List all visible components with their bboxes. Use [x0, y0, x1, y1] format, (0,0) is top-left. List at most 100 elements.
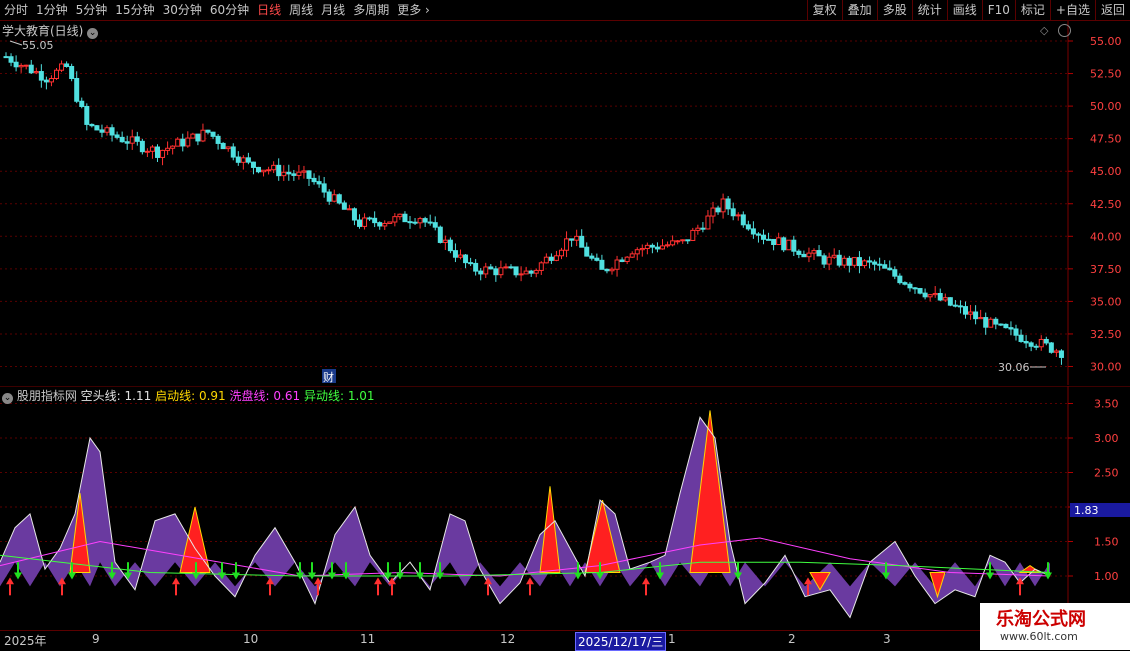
- tab-period[interactable]: 15分钟: [111, 0, 158, 20]
- candle-body: [872, 261, 878, 265]
- candle-body: [856, 257, 862, 267]
- candle-body: [922, 292, 928, 298]
- candle-body: [776, 237, 782, 245]
- candle-body: [94, 125, 100, 131]
- candle-body: [38, 71, 44, 81]
- period-tabs: 分时 1分钟 5分钟 15分钟 30分钟 60分钟 日线 周线 月线 多周期 更…: [0, 0, 434, 20]
- tool-button[interactable]: 叠加: [841, 0, 877, 20]
- stock-title: 学大教育(日线): [2, 24, 84, 38]
- candlestick-chart[interactable]: 55.00 52.50 50.00 47.50 45.00 42.50 40.00 37.50…: [0, 21, 1130, 385]
- candle-body: [942, 297, 948, 301]
- candle-body: [276, 164, 282, 177]
- tab-period[interactable]: 60分钟: [206, 0, 253, 20]
- candle-body: [316, 181, 322, 185]
- date-label: 1: [668, 632, 676, 646]
- tab-period[interactable]: 周线: [285, 0, 317, 20]
- candle-body: [180, 138, 186, 147]
- more-label: 更多: [397, 3, 422, 17]
- indicator-chart[interactable]: 3.503.002.502.001.501.00 1.83: [0, 386, 1130, 630]
- candle-body: [897, 275, 903, 284]
- candle-body: [331, 194, 337, 202]
- candle-body: [346, 208, 352, 211]
- candle-body: [932, 293, 938, 296]
- tool-button[interactable]: 统计: [911, 0, 947, 20]
- settings-circle-icon[interactable]: [1058, 24, 1071, 37]
- candle-body: [89, 123, 95, 127]
- candle-body: [735, 214, 741, 217]
- candle-body: [564, 238, 570, 251]
- dropdown-icon[interactable]: ⌄: [87, 28, 99, 39]
- gear-icon[interactable]: ⌄: [2, 393, 13, 404]
- tab-period[interactable]: 5分钟: [72, 0, 112, 20]
- candle-body: [104, 127, 110, 133]
- indicator-name: 股朋指标网: [16, 389, 77, 403]
- candle-body: [528, 270, 534, 274]
- candle-body: [1048, 342, 1054, 353]
- tool-button[interactable]: 画线: [946, 0, 982, 20]
- short-line: [0, 416, 1051, 619]
- tab-period-active[interactable]: 日线: [253, 0, 285, 20]
- date-label: 11: [360, 632, 376, 646]
- y-tick-label: 2.50: [1094, 467, 1119, 480]
- tab-period[interactable]: 分时: [0, 0, 32, 20]
- candle-body: [533, 269, 539, 274]
- cursor-value: 1.83: [1074, 504, 1099, 517]
- y-tick-label: 40.00: [1090, 230, 1122, 243]
- date-axis: 2025年 9 10 11 12 1 2 3 2025/12/17/三: [0, 630, 1130, 651]
- tab-period[interactable]: 月线: [317, 0, 349, 20]
- tab-period[interactable]: 30分钟: [159, 0, 206, 20]
- candle-body: [200, 129, 206, 142]
- candle-body: [306, 170, 312, 179]
- candle-body: [634, 249, 640, 255]
- candle-body: [973, 311, 979, 320]
- high-price-label: 55.05: [22, 39, 54, 52]
- tool-button[interactable]: 复权: [806, 0, 842, 20]
- candle-body: [271, 164, 277, 171]
- candle-body: [256, 166, 261, 173]
- candle-body: [175, 138, 181, 147]
- tool-button[interactable]: 标记: [1014, 0, 1050, 20]
- candle-body: [569, 238, 575, 241]
- tool-button[interactable]: +自选: [1049, 0, 1095, 20]
- candle-body: [604, 268, 610, 272]
- fin-marker[interactable]: 财: [323, 370, 334, 384]
- tab-more[interactable]: 更多 ›: [393, 0, 434, 20]
- diamond-icon[interactable]: ◇: [1040, 24, 1048, 37]
- high-pointer: [9, 40, 23, 46]
- candle-body: [291, 173, 297, 176]
- tab-period[interactable]: 1分钟: [32, 0, 72, 20]
- candle-body: [685, 239, 691, 242]
- candle-body: [165, 147, 171, 151]
- candle-body: [69, 65, 75, 79]
- candle-body: [538, 262, 544, 271]
- date-label: 10: [243, 632, 259, 646]
- candle-body: [114, 134, 120, 138]
- candle-body: [660, 245, 665, 250]
- candle-body: [54, 69, 59, 79]
- candle-body: [791, 239, 797, 252]
- candle-body: [1053, 350, 1059, 353]
- candle-body: [786, 239, 792, 251]
- candle-body: [215, 135, 221, 144]
- candle-body: [205, 129, 211, 133]
- candle-body: [675, 240, 681, 243]
- watermark: 乐淘公式网 www.60lt.com: [980, 603, 1130, 650]
- candle-body: [362, 217, 368, 227]
- candle-body: [463, 254, 469, 264]
- candle-body: [766, 238, 772, 241]
- line2-value: 0.91: [198, 389, 226, 403]
- candle-body: [846, 257, 852, 266]
- tool-button[interactable]: F10: [981, 0, 1015, 20]
- line4-value: 1.01: [347, 389, 375, 403]
- cursor-date: 2025/12/17/三: [575, 632, 667, 651]
- candle-body: [781, 237, 787, 251]
- tool-button[interactable]: 返回: [1094, 0, 1130, 20]
- tool-button[interactable]: 多股: [876, 0, 912, 20]
- candle-body: [725, 198, 731, 210]
- candle-body: [862, 260, 867, 267]
- candle-body: [902, 282, 908, 285]
- date-label: 2025年: [4, 634, 47, 648]
- candle-body: [245, 157, 251, 163]
- tab-period[interactable]: 多周期: [349, 0, 393, 20]
- candle-body: [806, 252, 812, 258]
